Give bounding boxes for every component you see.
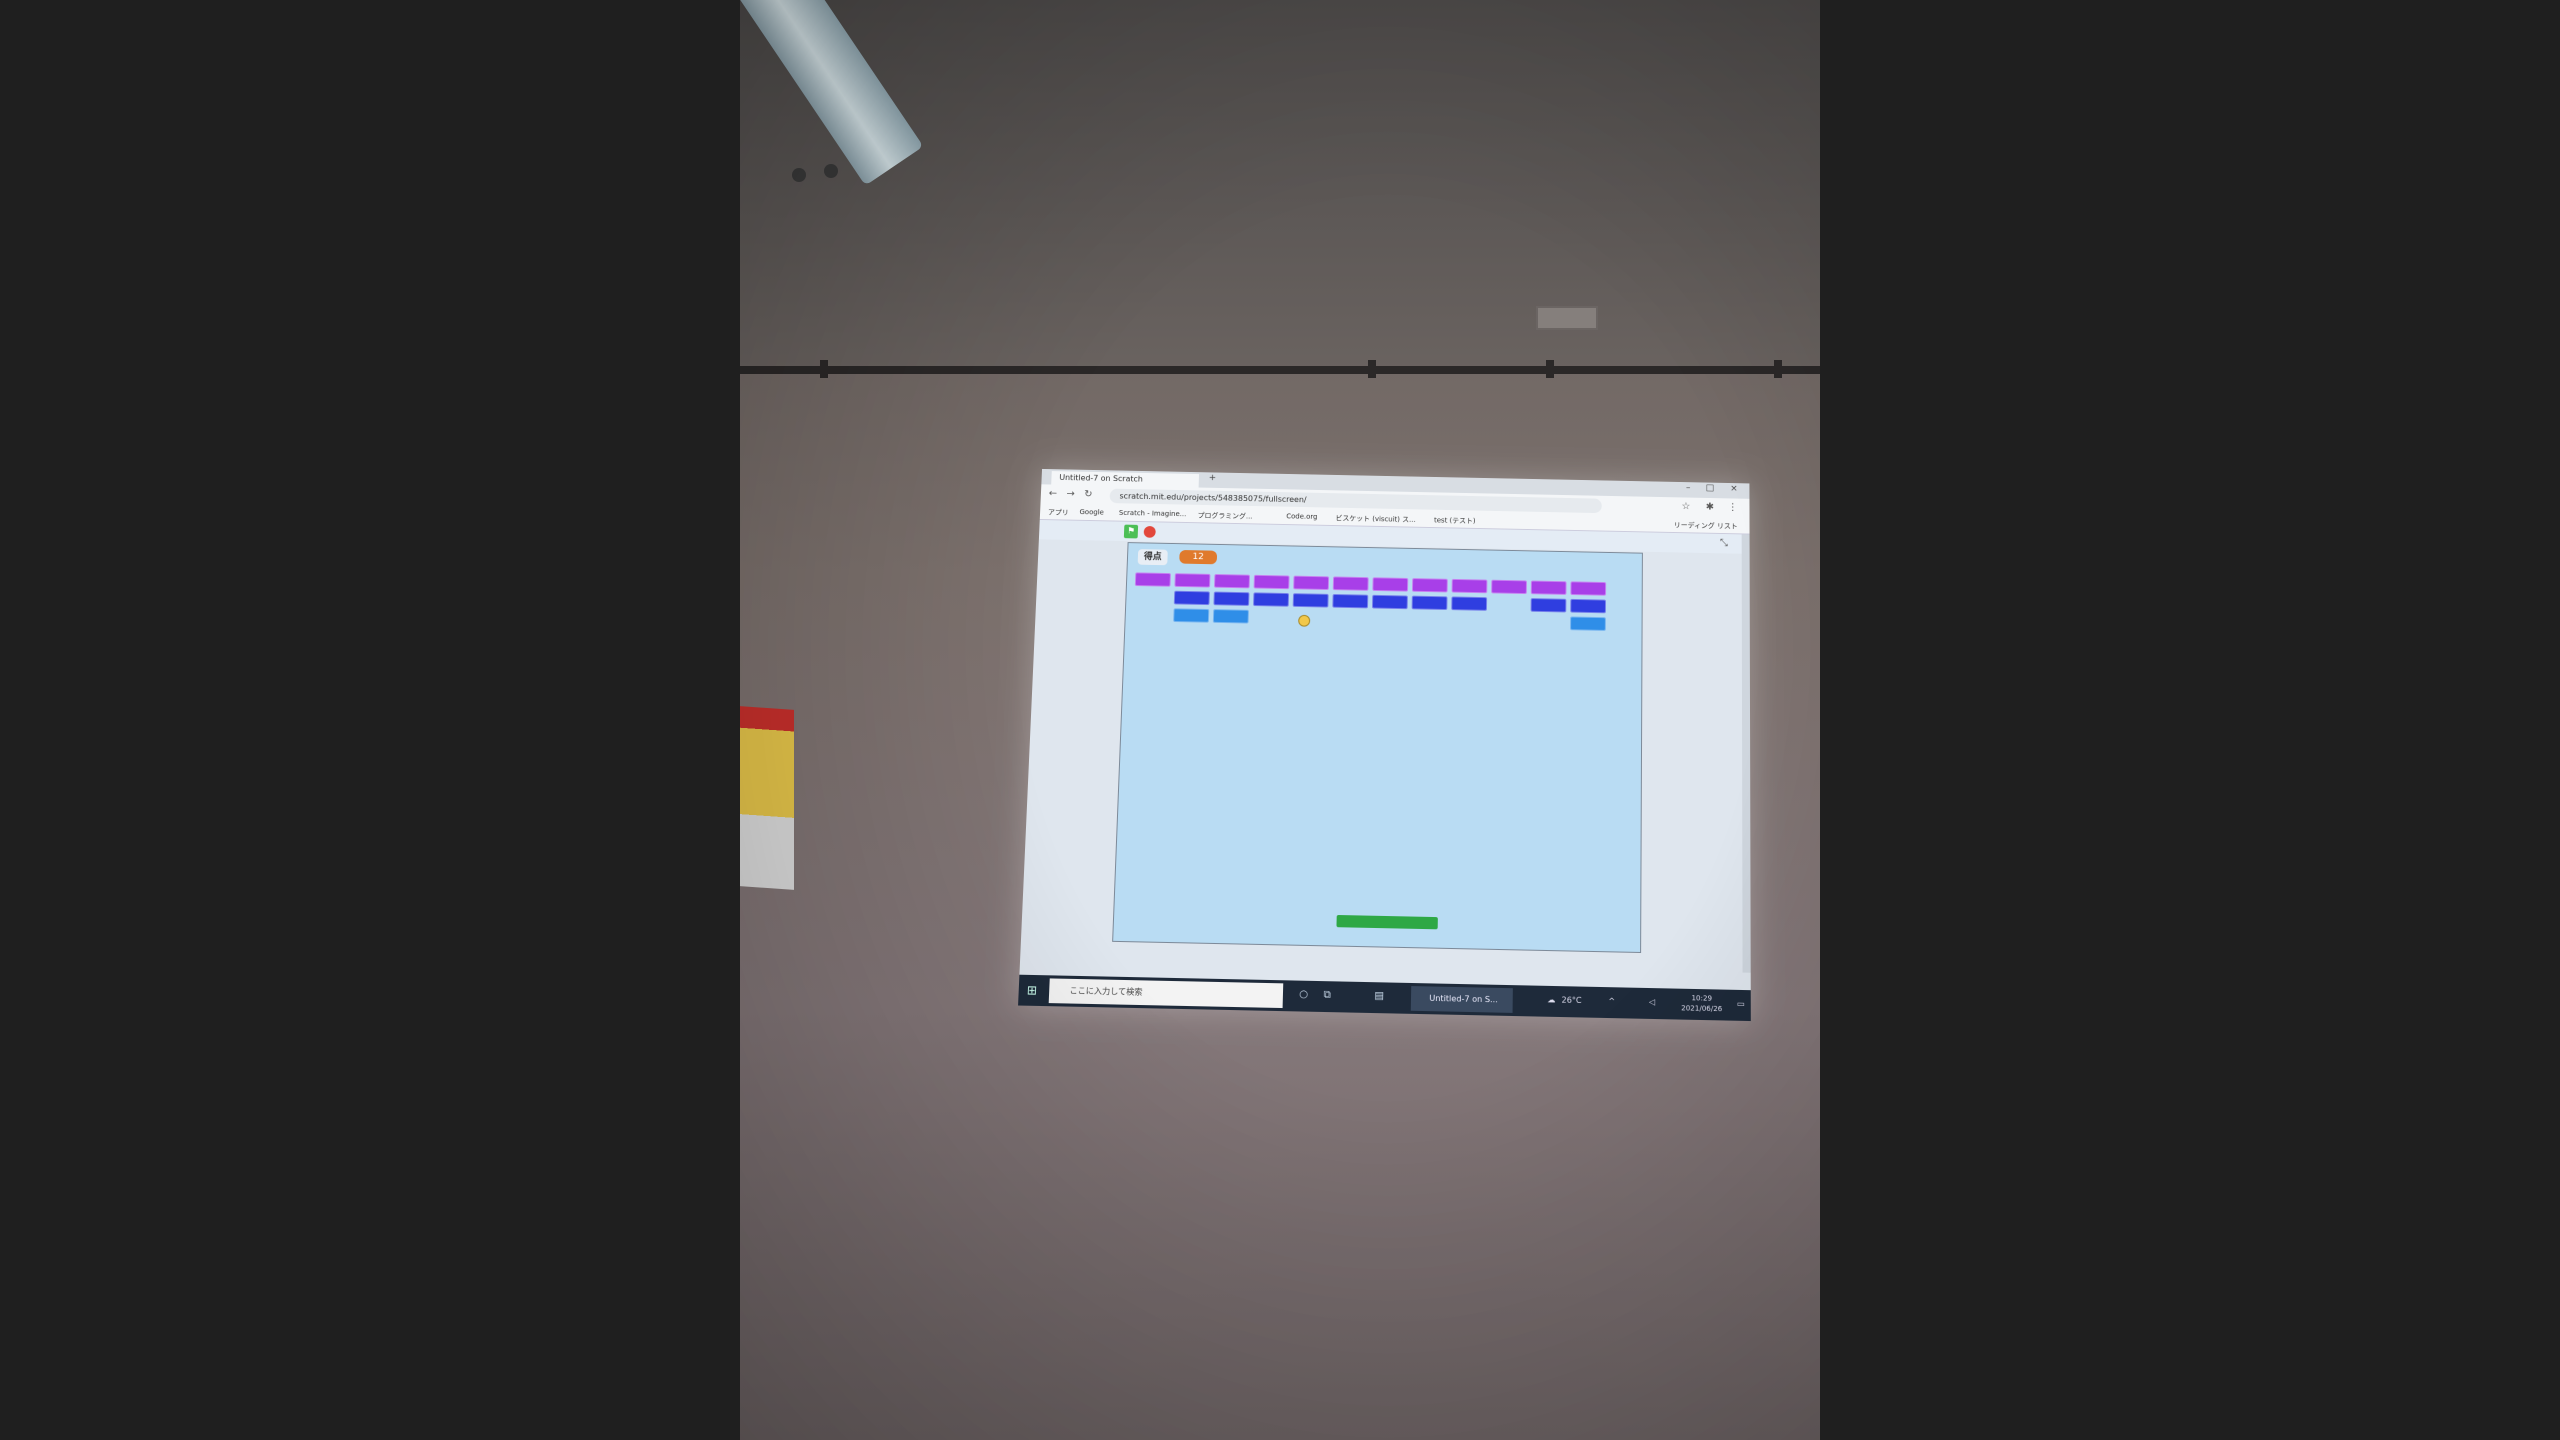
taskbar-search-input[interactable]: ここに入力して検索 <box>1048 978 1284 1009</box>
maximize-icon[interactable]: □ <box>1706 483 1714 493</box>
paddle[interactable] <box>1336 914 1438 930</box>
rail-bracket <box>1546 360 1554 378</box>
brick <box>1570 598 1607 614</box>
brick <box>1570 616 1606 631</box>
green-flag-icon[interactable]: ⚑ <box>1123 524 1139 539</box>
brick <box>1411 595 1448 611</box>
close-icon[interactable]: × <box>1730 484 1737 494</box>
clock-date: 2021/06/26 <box>1681 1004 1723 1014</box>
score-value: 12 <box>1179 549 1218 565</box>
minimize-icon[interactable]: – <box>1686 483 1690 493</box>
brick <box>1213 574 1251 589</box>
forward-icon[interactable]: → <box>1066 489 1075 500</box>
brick <box>1212 609 1249 624</box>
brick <box>1451 596 1488 611</box>
bookmark-item[interactable]: test (テスト) <box>1434 516 1476 527</box>
brick <box>1293 575 1330 590</box>
brick <box>1491 579 1527 595</box>
bookmark-item[interactable]: Google <box>1079 508 1104 516</box>
bookmark-item[interactable]: リーディング リスト <box>1674 520 1738 531</box>
weather-icon[interactable]: ☁ <box>1547 995 1555 1004</box>
rail-bracket <box>1368 360 1376 378</box>
vertical-scrollbar[interactable] <box>1741 534 1751 973</box>
task-view-icon[interactable]: ⧉ <box>1323 989 1331 1000</box>
brick <box>1372 577 1409 592</box>
rail-bracket <box>1774 360 1782 378</box>
cortana-icon[interactable]: ○ <box>1299 989 1308 1000</box>
light-clip <box>824 164 838 178</box>
weather-temp: 26°C <box>1561 995 1582 1006</box>
bookmark-item[interactable]: Code.org <box>1286 512 1317 520</box>
rail-bracket <box>820 360 828 378</box>
exit-fullscreen-icon[interactable]: ⤡ <box>1720 538 1728 549</box>
menu-icon[interactable]: ⋮ <box>1728 502 1738 513</box>
brick <box>1213 591 1250 606</box>
new-tab-icon[interactable]: + <box>1209 473 1217 483</box>
bookmark-item[interactable]: プログラミング... <box>1197 511 1253 522</box>
taskbar-chrome-window[interactable]: Untitled-7 on S... <box>1410 986 1513 1013</box>
brick <box>1332 593 1369 609</box>
wall-poster <box>740 706 794 890</box>
brick <box>1451 578 1488 594</box>
game-stage[interactable]: 得点 12 <box>1112 542 1643 954</box>
notification-icon[interactable]: ▭ <box>1737 999 1745 1008</box>
bookmark-item[interactable]: アプリ <box>1048 508 1069 518</box>
brick <box>1292 593 1329 608</box>
brick <box>1174 573 1211 588</box>
brick <box>1173 608 1210 623</box>
brick <box>1253 592 1290 607</box>
bookmark-item[interactable]: ビスケット (viscuit) ス... <box>1335 513 1415 524</box>
brick <box>1411 578 1448 593</box>
extensions-icon[interactable]: ✱ <box>1706 502 1714 513</box>
brick <box>1530 598 1567 613</box>
brick <box>1371 594 1408 610</box>
smoke-detector <box>1536 306 1598 330</box>
volume-icon[interactable]: ◁ <box>1649 997 1655 1006</box>
picture-rail <box>740 366 1820 374</box>
back-icon[interactable]: ← <box>1049 488 1058 499</box>
brick <box>1570 581 1607 596</box>
brick <box>1253 574 1290 590</box>
brick <box>1530 580 1567 595</box>
star-icon[interactable]: ☆ <box>1682 501 1691 512</box>
photo-frame: Untitled-7 on Scratch + – □ × ← → ↻ scra… <box>740 0 1820 1440</box>
bookmark-item[interactable]: Scratch - Imagine... <box>1119 509 1187 518</box>
brick <box>1332 576 1369 591</box>
stop-icon[interactable] <box>1143 525 1156 538</box>
brick <box>1173 590 1210 606</box>
score-label: 得点 <box>1137 549 1168 566</box>
windows-taskbar: ⊞ ここに入力して検索 ○ ⧉ ▤ Untitled-7 on S... ☁ 2… <box>1018 974 1751 1022</box>
light-clip <box>792 168 806 182</box>
file-explorer-icon[interactable]: ▤ <box>1374 990 1384 1002</box>
taskbar-clock[interactable]: 10:29 2021/06/26 <box>1681 993 1722 1014</box>
ceiling <box>740 0 1820 372</box>
reload-icon[interactable]: ↻ <box>1084 489 1093 500</box>
ball <box>1298 614 1311 627</box>
projected-screen: Untitled-7 on Scratch + – □ × ← → ↻ scra… <box>1018 468 1751 1022</box>
tray-chevron-icon[interactable]: ^ <box>1608 996 1615 1005</box>
windows-start-icon[interactable]: ⊞ <box>1027 983 1038 998</box>
brick <box>1134 572 1171 587</box>
